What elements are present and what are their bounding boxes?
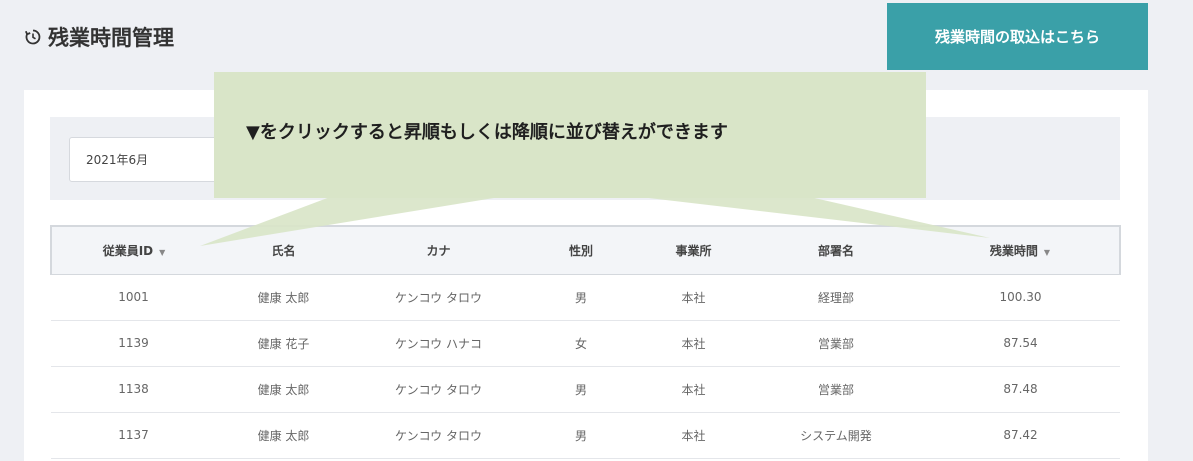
cell-overtime: 87.54 — [921, 320, 1120, 367]
table-row[interactable]: 1137 健康 太郎 ケンコウ タロウ 男 本社 システム開発 87.42 — [51, 412, 1120, 459]
column-header-gender: 性別 — [526, 225, 636, 275]
cell-office: 本社 — [636, 366, 751, 413]
cell-kana: ケンコウ ハナコ — [351, 320, 526, 367]
month-select[interactable]: 2021年6月 — [69, 137, 229, 182]
column-header-kana: カナ — [351, 225, 526, 275]
cell-gender: 女 — [526, 320, 636, 367]
cell-kana: ケンコウ タロウ — [351, 274, 526, 321]
sort-arrow-icon[interactable]: ▼ — [159, 248, 165, 257]
cell-kana: ケンコウ タロウ — [351, 366, 526, 413]
table-row[interactable]: 1139 健康 花子 ケンコウ ハナコ 女 本社 営業部 87.54 — [51, 320, 1120, 367]
cell-kana: ケンコウ タロウ — [351, 412, 526, 459]
column-header-overtime[interactable]: 残業時間 ▼ — [921, 225, 1121, 275]
page-title-text: 残業時間管理 — [48, 26, 174, 50]
table-row[interactable]: 1001 健康 太郎 ケンコウ タロウ 男 本社 経理部 100.30 — [51, 274, 1120, 321]
cell-department: 営業部 — [751, 366, 921, 413]
cell-overtime: 87.42 — [921, 412, 1120, 459]
column-header-name: 氏名 — [216, 225, 351, 275]
cell-name: 健康 花子 — [216, 320, 351, 367]
overtime-table: 従業員ID ▼ 氏名 カナ 性別 事業所 部署名 残業時間 ▼ 1001 健康 太郎… — [50, 225, 1121, 459]
cell-overtime: 100.30 — [921, 274, 1120, 321]
cell-office: 本社 — [636, 320, 751, 367]
cell-department: 営業部 — [751, 320, 921, 367]
month-select-value: 2021年6月 — [86, 153, 149, 167]
cell-office: 本社 — [636, 274, 751, 321]
callout-text: ▼をクリックすると昇順もしくは降順に並び替えができます — [246, 122, 728, 143]
cell-name: 健康 太郎 — [216, 412, 351, 459]
column-header-office: 事業所 — [636, 225, 751, 275]
cell-employee-id: 1139 — [51, 320, 216, 367]
cell-employee-id: 1001 — [51, 274, 216, 321]
import-overtime-button[interactable]: 残業時間の取込はこちら — [887, 3, 1148, 70]
cell-office: 本社 — [636, 412, 751, 459]
cell-department: システム開発 — [751, 412, 921, 459]
cell-employee-id: 1138 — [51, 366, 216, 413]
cell-name: 健康 太郎 — [216, 274, 351, 321]
column-header-employee-id[interactable]: 従業員ID ▼ — [50, 225, 216, 275]
cell-gender: 男 — [526, 412, 636, 459]
table-header-row: 従業員ID ▼ 氏名 カナ 性別 事業所 部署名 残業時間 ▼ — [50, 225, 1121, 275]
cell-gender: 男 — [526, 366, 636, 413]
table-row[interactable]: 1138 健康 太郎 ケンコウ タロウ 男 本社 営業部 87.48 — [51, 366, 1120, 413]
clock-refresh-icon — [24, 29, 41, 45]
cell-overtime: 87.48 — [921, 366, 1120, 413]
page: 残業時間管理 残業時間の取込はこちら 2021年6月 従業員ID ▼ 氏名 カナ … — [0, 0, 1193, 461]
cell-name: 健康 太郎 — [216, 366, 351, 413]
sort-arrow-icon[interactable]: ▼ — [1044, 248, 1050, 257]
cell-employee-id: 1137 — [51, 412, 216, 459]
cell-department: 経理部 — [751, 274, 921, 321]
column-header-department: 部署名 — [751, 225, 921, 275]
page-title: 残業時間管理 — [24, 22, 174, 52]
cell-gender: 男 — [526, 274, 636, 321]
